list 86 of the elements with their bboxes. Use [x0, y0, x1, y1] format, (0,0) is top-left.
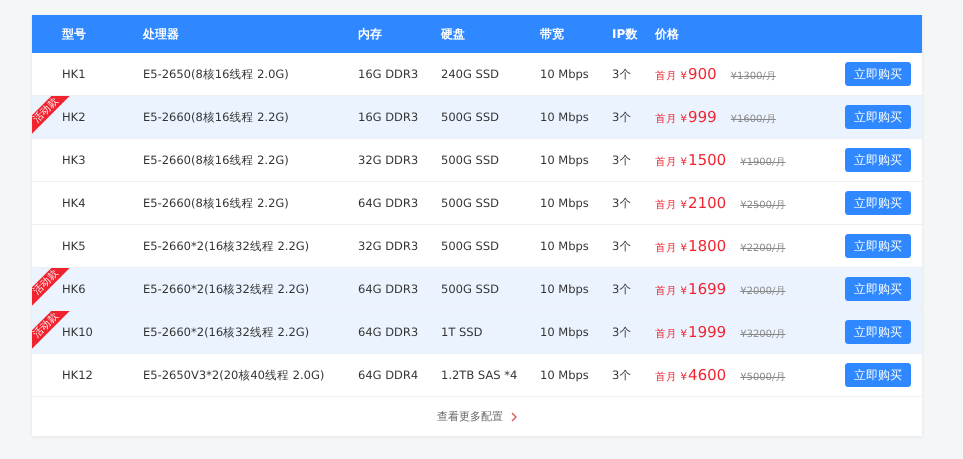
price-amount: 2100: [688, 194, 726, 212]
table-cell: 500G SSD: [441, 196, 499, 210]
column-header: IP数: [612, 26, 638, 42]
chevron-right-icon: [511, 412, 517, 422]
buy-button[interactable]: 立即购买: [845, 234, 911, 258]
table-cell: 10 Mbps: [540, 239, 589, 253]
table-cell: 500G SSD: [441, 110, 499, 124]
table-cell: 3个: [612, 66, 632, 80]
buy-button[interactable]: 立即购买: [845, 277, 911, 301]
view-more-link[interactable]: 查看更多配置: [437, 409, 503, 424]
column-header: 价格: [655, 26, 680, 42]
table-cell: 32G DDR3: [358, 153, 418, 167]
table-cell: 16G DDR3: [358, 110, 418, 124]
original-price: ¥1300/月: [730, 70, 776, 83]
table-cell: 10 Mbps: [540, 67, 589, 81]
buy-button[interactable]: 立即购买: [845, 320, 911, 344]
table-cell: 3个: [612, 196, 632, 210]
table-cell: E5-2660(8核16线程 2.2G): [143, 152, 289, 166]
original-price: ¥2200/月: [740, 242, 786, 255]
table-cell: 3个: [612, 238, 632, 252]
table-cell: 3个: [612, 152, 632, 166]
price-amount: 1699: [688, 280, 726, 298]
table-cell: E5-2650(8核16线程 2.0G): [143, 66, 289, 80]
price-prefix: 首月 ¥: [655, 198, 688, 212]
price-prefix: 首月 ¥: [655, 69, 688, 83]
table-cell: 10 Mbps: [540, 153, 589, 167]
table-cell: E5-2660(8核16线程 2.2G): [143, 196, 289, 210]
column-header: 硬盘: [441, 26, 466, 42]
table-cell: 240G SSD: [441, 67, 499, 81]
price-amount: 4600: [688, 366, 726, 384]
buy-button[interactable]: 立即购买: [845, 148, 911, 172]
table-cell: 1.2TB SAS *4: [441, 368, 518, 382]
original-price: ¥1900/月: [740, 156, 786, 169]
table-cell: 10 Mbps: [540, 325, 589, 339]
original-price: ¥3200/月: [740, 328, 786, 341]
table-cell: 3个: [612, 368, 632, 382]
table-cell: E5-2660*2(16核32线程 2.2G): [143, 238, 310, 252]
table-cell: 64G DDR3: [358, 282, 418, 296]
table-cell: E5-2650V3*2(20核40线程 2.0G): [143, 368, 324, 382]
table-cell: 3个: [612, 324, 632, 338]
price-prefix: 首月 ¥: [655, 327, 688, 341]
column-header: 带宽: [540, 26, 565, 42]
original-price: ¥2000/月: [740, 285, 786, 298]
buy-button[interactable]: 立即购买: [845, 191, 911, 215]
table-cell: 32G DDR3: [358, 239, 418, 253]
table-cell: 64G DDR3: [358, 196, 418, 210]
table-cell: 500G SSD: [441, 239, 499, 253]
original-price: ¥5000/月: [740, 371, 786, 384]
table-cell: 3个: [612, 282, 632, 296]
table-cell: E5-2660*2(16核32线程 2.2G): [143, 282, 310, 296]
table-cell: E5-2660(8核16线程 2.2G): [143, 110, 289, 124]
table-cell: 10 Mbps: [540, 282, 589, 296]
table-cell: 3个: [612, 110, 632, 124]
column-header: 内存: [358, 26, 383, 42]
table-cell: HK1: [62, 67, 86, 81]
price-amount: 1500: [688, 151, 726, 169]
table-cell: E5-2660*2(16核32线程 2.2G): [143, 324, 310, 338]
table-cell: 10 Mbps: [540, 196, 589, 210]
price-prefix: 首月 ¥: [655, 284, 688, 298]
buy-button[interactable]: 立即购买: [845, 105, 911, 129]
column-header: 处理器: [143, 26, 180, 42]
table-cell: HK5: [62, 239, 86, 253]
price-prefix: 首月 ¥: [655, 112, 688, 126]
buy-button[interactable]: 立即购买: [845, 62, 911, 86]
original-price: ¥2500/月: [740, 199, 786, 212]
price-amount: 999: [688, 108, 717, 126]
column-header: 型号: [61, 26, 87, 42]
original-price: ¥1600/月: [730, 113, 776, 126]
table-cell: 10 Mbps: [540, 110, 589, 124]
price-prefix: 首月 ¥: [655, 155, 688, 169]
table-cell: 16G DDR3: [358, 67, 418, 81]
table-cell: HK3: [62, 153, 86, 167]
price-prefix: 首月 ¥: [655, 241, 688, 255]
table-cell: 1T SSD: [441, 325, 482, 339]
buy-button[interactable]: 立即购买: [845, 363, 911, 387]
table-cell: HK4: [62, 196, 86, 210]
table-cell: 64G DDR4: [358, 368, 418, 382]
table-cell: 500G SSD: [441, 153, 499, 167]
table-cell: 500G SSD: [441, 282, 499, 296]
table-cell: 64G DDR3: [358, 325, 418, 339]
price-prefix: 首月 ¥: [655, 370, 688, 384]
table-cell: 10 Mbps: [540, 368, 589, 382]
price-amount: 1999: [688, 323, 726, 341]
price-amount: 1800: [688, 237, 726, 255]
price-amount: 900: [688, 65, 717, 83]
table-cell: HK12: [62, 368, 93, 382]
